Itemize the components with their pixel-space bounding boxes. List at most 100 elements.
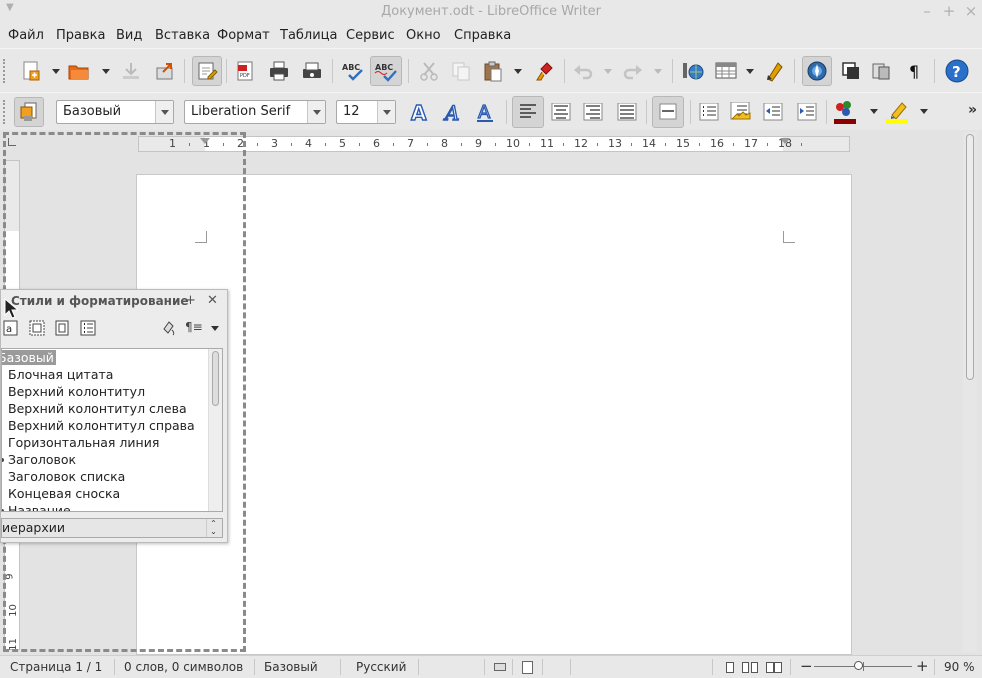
toolbar-overflow-icon[interactable]: » bbox=[968, 102, 977, 118]
print-icon[interactable] bbox=[266, 58, 292, 84]
scrollbar-thumb[interactable] bbox=[966, 134, 974, 380]
auto-spellcheck-icon[interactable]: ABC bbox=[370, 56, 402, 86]
fill-format-mode-icon[interactable] bbox=[161, 320, 177, 336]
style-actions-dropdown-icon[interactable] bbox=[211, 326, 219, 331]
increase-indent-icon[interactable] bbox=[794, 99, 820, 125]
show-draw-functions-icon[interactable] bbox=[762, 58, 788, 84]
zoom-out-icon[interactable]: − bbox=[800, 657, 813, 675]
minimize-icon[interactable]: – bbox=[918, 2, 936, 20]
line-spacing-icon[interactable] bbox=[652, 96, 684, 128]
highlighting-icon[interactable] bbox=[884, 99, 910, 125]
zoom-slider-thumb[interactable] bbox=[854, 661, 863, 670]
new-style-from-selection-icon[interactable]: ¶≡ bbox=[185, 320, 211, 336]
help-icon[interactable]: ? bbox=[944, 58, 970, 84]
insert-mode-icon[interactable] bbox=[494, 663, 506, 671]
scrollbar-thumb[interactable] bbox=[212, 351, 219, 406]
save-icon[interactable] bbox=[118, 58, 144, 84]
style-item[interactable]: Заголовок списка bbox=[8, 469, 125, 484]
underline-icon[interactable]: A bbox=[472, 99, 498, 125]
vertical-scrollbar[interactable] bbox=[963, 132, 977, 652]
menu-file[interactable]: Файл bbox=[8, 28, 44, 43]
hyperlink-icon[interactable] bbox=[680, 58, 706, 84]
page-count[interactable]: Страница 1 / 1 bbox=[10, 660, 102, 674]
indent-marker-icon[interactable] bbox=[780, 138, 790, 144]
style-item[interactable]: Концевая сноска bbox=[8, 486, 120, 501]
chevron-down-icon[interactable] bbox=[155, 101, 173, 123]
style-list[interactable]: Базовый Блочная цитата Верхний колонтиту… bbox=[1, 348, 223, 512]
menu-help[interactable]: Справка bbox=[454, 28, 511, 43]
style-list-scrollbar[interactable] bbox=[208, 349, 222, 511]
zoom-slider[interactable] bbox=[814, 661, 912, 671]
selection-mode-icon[interactable] bbox=[522, 661, 533, 674]
style-filter-select[interactable]: иерархии ⌃ ⌄ bbox=[1, 518, 223, 538]
style-item[interactable]: Верхний колонтитул справа bbox=[8, 418, 195, 433]
spin-arrows-icon[interactable]: ⌃ ⌄ bbox=[206, 519, 220, 537]
bullets-icon[interactable] bbox=[696, 99, 722, 125]
paragraph-style-combo[interactable]: Базовый bbox=[56, 100, 174, 124]
style-item[interactable]: Верхний колонтитул слева bbox=[8, 401, 187, 416]
book-view-icon[interactable] bbox=[766, 662, 782, 673]
zoom-in-icon[interactable]: + bbox=[916, 657, 929, 675]
align-center-icon[interactable] bbox=[548, 99, 574, 125]
paragraph-styles-icon[interactable]: a bbox=[3, 320, 19, 336]
single-page-view-icon[interactable] bbox=[726, 662, 734, 673]
styles-formatting-panel[interactable]: Стили и форматирование + ✕ a ¶≡ Базовый … bbox=[0, 289, 228, 543]
highlighting-dropdown-icon[interactable] bbox=[920, 109, 928, 114]
zoom-level[interactable]: 90 % bbox=[944, 660, 975, 674]
insert-table-icon[interactable] bbox=[712, 58, 740, 84]
undo-icon[interactable] bbox=[570, 58, 596, 84]
multi-page-view-icon[interactable] bbox=[742, 662, 758, 673]
menu-edit[interactable]: Правка bbox=[56, 28, 105, 43]
open-folder-icon[interactable] bbox=[66, 58, 92, 84]
menu-table[interactable]: Таблица bbox=[280, 28, 338, 43]
font-color-dropdown-icon[interactable] bbox=[870, 109, 878, 114]
font-name-combo[interactable]: Liberation Serif bbox=[184, 100, 326, 124]
menu-format[interactable]: Формат bbox=[217, 28, 270, 43]
list-styles-icon[interactable] bbox=[80, 320, 96, 336]
style-item-selected[interactable]: Базовый bbox=[2, 350, 56, 365]
spellcheck-icon[interactable]: ABC bbox=[340, 58, 366, 84]
clone-formatting-icon[interactable] bbox=[532, 58, 558, 84]
bold-icon[interactable]: A bbox=[406, 99, 432, 125]
italic-icon[interactable]: A bbox=[440, 99, 466, 125]
export-icon[interactable] bbox=[152, 58, 178, 84]
numbering-icon[interactable] bbox=[728, 99, 754, 125]
paste-dropdown-icon[interactable] bbox=[514, 69, 522, 74]
cut-icon[interactable] bbox=[416, 58, 442, 84]
new-document-icon[interactable] bbox=[18, 58, 44, 84]
new-dropdown-icon[interactable] bbox=[52, 69, 60, 74]
paste-icon[interactable] bbox=[480, 58, 506, 84]
menu-window[interactable]: Окно bbox=[406, 28, 441, 43]
justify-icon[interactable] bbox=[614, 99, 640, 125]
style-item[interactable]: Заголовок bbox=[8, 452, 76, 467]
redo-icon[interactable] bbox=[620, 58, 646, 84]
edit-mode-icon[interactable] bbox=[192, 56, 222, 86]
maximize-icon[interactable]: + bbox=[940, 2, 958, 20]
menu-tools[interactable]: Сервис bbox=[346, 28, 395, 43]
styles-and-formatting-icon[interactable] bbox=[14, 97, 44, 127]
open-dropdown-icon[interactable] bbox=[102, 69, 110, 74]
word-count[interactable]: 0 слов, 0 символов bbox=[124, 660, 243, 674]
align-right-icon[interactable] bbox=[580, 99, 606, 125]
redo-dropdown-icon[interactable] bbox=[654, 69, 662, 74]
style-item[interactable]: Блочная цитата bbox=[8, 367, 113, 382]
style-item[interactable]: Верхний колонтитул bbox=[8, 384, 145, 399]
dock-icon[interactable]: + bbox=[185, 293, 196, 308]
style-item[interactable]: Название bbox=[8, 503, 71, 511]
menu-view[interactable]: Вид bbox=[116, 28, 142, 43]
copy-icon[interactable] bbox=[448, 58, 474, 84]
export-pdf-icon[interactable]: PDF bbox=[232, 58, 258, 84]
gallery-icon[interactable] bbox=[838, 58, 864, 84]
frame-styles-icon[interactable] bbox=[29, 320, 45, 336]
decrease-indent-icon[interactable] bbox=[760, 99, 786, 125]
close-icon[interactable]: ✕ bbox=[207, 293, 218, 308]
expand-marker-icon[interactable] bbox=[2, 458, 4, 462]
undo-dropdown-icon[interactable] bbox=[604, 69, 612, 74]
font-color-icon[interactable] bbox=[832, 99, 858, 125]
page-style[interactable]: Базовый bbox=[264, 660, 318, 674]
close-icon[interactable]: × bbox=[962, 2, 980, 20]
expand-marker-icon[interactable] bbox=[2, 509, 4, 511]
navigator-icon[interactable] bbox=[802, 56, 832, 86]
page-styles-icon[interactable] bbox=[54, 320, 70, 336]
formatting-marks-icon[interactable]: ¶ bbox=[902, 58, 928, 84]
